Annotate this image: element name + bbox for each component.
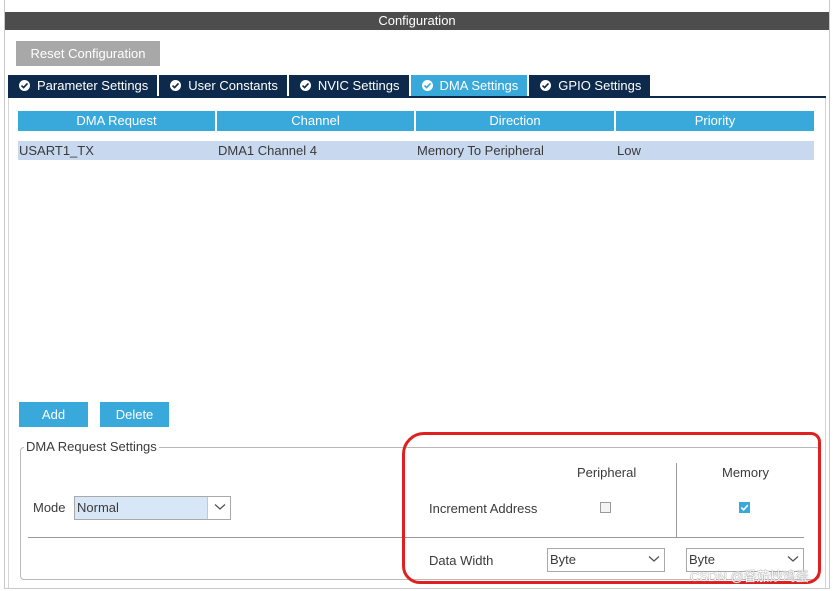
chevron-down-icon (214, 504, 226, 510)
peripheral-increment-checkbox[interactable] (600, 502, 611, 513)
checkmark-icon (740, 504, 749, 511)
tab-parameter-settings[interactable]: Parameter Settings (8, 75, 158, 96)
column-header-direction[interactable]: Direction (416, 111, 614, 131)
mode-value: Normal (77, 500, 119, 515)
mode-label: Mode (33, 500, 66, 515)
tab-gpio-settings[interactable]: GPIO Settings (529, 75, 651, 96)
column-header-dma-request[interactable]: DMA Request (18, 111, 215, 131)
column-divider (676, 463, 677, 537)
cell-channel: DMA1 Channel 4 (218, 143, 317, 158)
column-header-channel[interactable]: Channel (217, 111, 414, 131)
watermark: CSDN @番茄炒鸡蛋 (690, 569, 809, 584)
check-circle-icon (299, 80, 311, 91)
peripheral-data-width-select[interactable]: Byte (547, 548, 665, 572)
tab-label: DMA Settings (439, 78, 519, 93)
data-width-label: Data Width (429, 553, 494, 568)
chevron-down-icon (648, 556, 660, 562)
tab-label: GPIO Settings (558, 78, 642, 93)
memory-increment-checkbox[interactable] (739, 502, 750, 513)
group-legend: DMA Request Settings (24, 439, 159, 455)
settings-tabs: Parameter Settings User Constants NVIC S… (8, 75, 652, 96)
dma-table-header: DMA Request Channel Direction Priority (18, 111, 814, 131)
tab-dma-settings[interactable]: DMA Settings (410, 75, 528, 96)
table-row[interactable]: USART1_TX DMA1 Channel 4 Memory To Perip… (18, 141, 814, 160)
memory-column-header: Memory (722, 465, 769, 480)
tab-user-constants[interactable]: User Constants (159, 75, 287, 96)
mode-select[interactable]: Normal (74, 496, 231, 520)
column-header-priority[interactable]: Priority (616, 111, 814, 131)
tab-label: Parameter Settings (37, 78, 149, 93)
cell-priority: Low (617, 143, 641, 158)
cell-dma-request: USART1_TX (19, 143, 94, 158)
add-button[interactable]: Add (19, 402, 88, 427)
peripheral-data-width-value: Byte (550, 552, 577, 567)
check-circle-icon (421, 80, 433, 91)
check-circle-icon (540, 80, 552, 91)
check-circle-icon (19, 80, 30, 91)
check-circle-icon (170, 80, 182, 91)
peripheral-column-header: Peripheral (577, 465, 637, 480)
tab-label: User Constants (188, 78, 278, 93)
increment-address-label: Increment Address (429, 501, 538, 516)
chevron-down-icon (787, 556, 799, 562)
window-title: Configuration (5, 12, 829, 30)
tab-label: NVIC Settings (317, 78, 400, 93)
delete-button[interactable]: Delete (100, 402, 169, 427)
tab-nvic-settings[interactable]: NVIC Settings (288, 75, 409, 96)
settings-divider (28, 537, 804, 538)
cell-direction: Memory To Peripheral (417, 143, 544, 158)
reset-configuration-button[interactable]: Reset Configuration (16, 41, 160, 66)
